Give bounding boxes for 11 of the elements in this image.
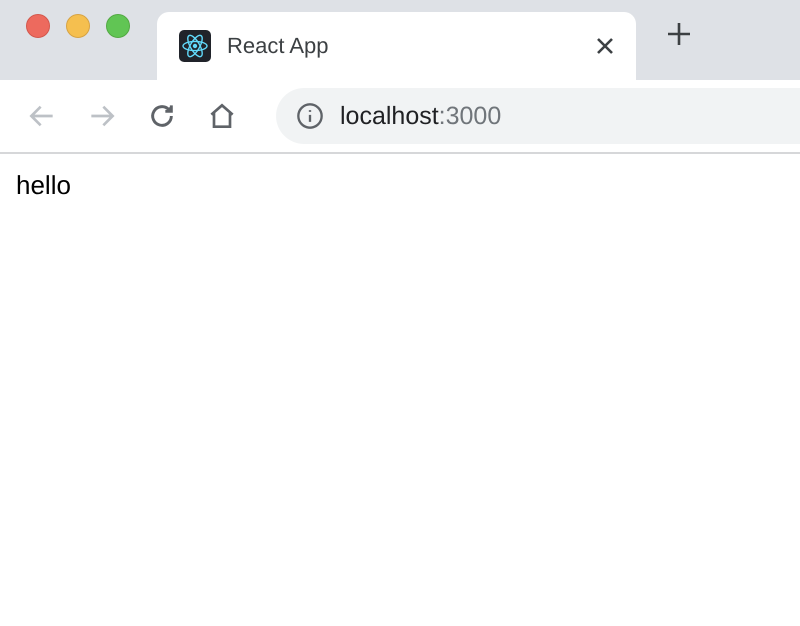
minimize-window-button[interactable] bbox=[66, 14, 90, 38]
close-window-button[interactable] bbox=[26, 14, 50, 38]
address-bar[interactable]: localhost:3000 bbox=[276, 88, 800, 144]
new-tab-button[interactable] bbox=[666, 21, 692, 47]
page-text: hello bbox=[16, 170, 72, 201]
info-icon bbox=[296, 102, 324, 130]
atom-icon bbox=[179, 30, 211, 62]
url-text: localhost:3000 bbox=[340, 102, 502, 130]
tab-title: React App bbox=[227, 33, 330, 59]
zoom-window-button[interactable] bbox=[106, 14, 130, 38]
browser-tab[interactable]: React App bbox=[157, 12, 636, 80]
